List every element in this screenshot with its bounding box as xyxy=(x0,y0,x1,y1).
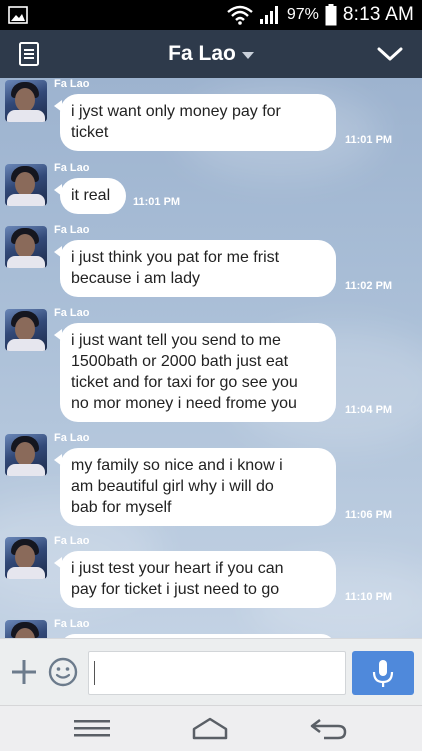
battery-icon xyxy=(325,4,337,26)
emoji-icon[interactable] xyxy=(48,657,78,687)
sender-name: Fa Lao xyxy=(54,78,90,90)
message-bubble[interactable]: i just test your heart if you can pay for… xyxy=(54,551,336,608)
caret-down-icon xyxy=(241,52,254,59)
message-bubble[interactable]: i just want tell you send to me 1500bath … xyxy=(54,323,336,422)
image-icon xyxy=(8,6,28,24)
chat-title-button[interactable]: Fa Lao xyxy=(0,30,422,78)
message-timestamp: 11:01 PM xyxy=(345,134,393,146)
message-text-line: i just want tell you send to me xyxy=(71,332,281,349)
message-text-line: pay for ticket i just need to go xyxy=(71,581,280,598)
avatar[interactable] xyxy=(5,80,47,122)
home-icon[interactable] xyxy=(190,714,230,742)
status-bar: 97% 8:13 AM xyxy=(0,0,422,30)
chat-header: Fa Lao xyxy=(0,30,422,78)
battery-percent: 97% xyxy=(286,6,319,23)
sender-name: Fa Lao xyxy=(54,224,90,236)
message-timestamp: 11:04 PM xyxy=(345,404,393,416)
message-input[interactable] xyxy=(88,651,346,695)
message-timestamp: 11:06 PM xyxy=(345,509,393,521)
input-bar xyxy=(0,638,422,706)
navigation-bar xyxy=(0,705,422,751)
message-timestamp: 11:01 PM xyxy=(133,196,181,208)
avatar[interactable] xyxy=(5,434,47,476)
message-bubble[interactable]: i just think you pat for me frist because… xyxy=(54,240,336,297)
sender-name: Fa Lao xyxy=(54,162,90,174)
signal-icon xyxy=(259,6,278,24)
sender-name: Fa Lao xyxy=(54,618,90,630)
mic-button[interactable] xyxy=(352,651,414,695)
mic-icon xyxy=(372,660,394,687)
message-timestamp: 11:10 PM xyxy=(345,591,393,603)
message-timestamp: 11:02 PM xyxy=(345,280,393,292)
message-text-line: i jyst want only money pay for xyxy=(71,103,281,120)
avatar[interactable] xyxy=(5,537,47,579)
message-text-line: i just test your heart if you can xyxy=(71,560,284,577)
avatar[interactable] xyxy=(5,309,47,351)
chevron-down-icon[interactable] xyxy=(376,44,404,64)
text-cursor xyxy=(94,661,95,685)
sender-name: Fa Lao xyxy=(54,307,90,319)
message-text-line: because i am lady xyxy=(71,270,200,287)
message-bubble[interactable]: i jyst want only money pay for ticket xyxy=(54,94,336,151)
clock: 8:13 AM xyxy=(342,4,414,25)
message-text-line: no mor money i need frome you xyxy=(71,395,297,412)
message-bubble[interactable]: my family so nice and i know i am beautif… xyxy=(54,448,336,526)
message-text-line: it real xyxy=(71,187,111,204)
avatar[interactable] xyxy=(5,226,47,268)
avatar[interactable] xyxy=(5,620,47,638)
plus-icon[interactable] xyxy=(11,659,37,685)
message-bubble[interactable]: it real xyxy=(54,178,126,214)
message-text-line: am beautiful girl why i will do xyxy=(71,478,274,495)
sender-name: Fa Lao xyxy=(54,535,90,547)
chat-area[interactable]: Fa Lao i jyst want only money pay for tick… xyxy=(0,78,422,638)
chat-title: Fa Lao xyxy=(168,42,236,65)
menu-icon[interactable] xyxy=(72,714,112,742)
message-text-line: ticket and for taxi for go see you xyxy=(71,374,298,391)
sender-name: Fa Lao xyxy=(54,432,90,444)
message-text-line: my family so nice and i know i xyxy=(71,457,283,474)
message-text-line: i just think you pat for me frist xyxy=(71,249,280,266)
message-text-line: ticket xyxy=(71,124,109,141)
wifi-icon xyxy=(227,5,253,25)
avatar[interactable] xyxy=(5,164,47,206)
message-text-line: bab for myself xyxy=(71,499,172,516)
message-text-line: 1500bath or 2000 bath just eat xyxy=(71,353,289,370)
back-icon[interactable] xyxy=(308,714,348,742)
